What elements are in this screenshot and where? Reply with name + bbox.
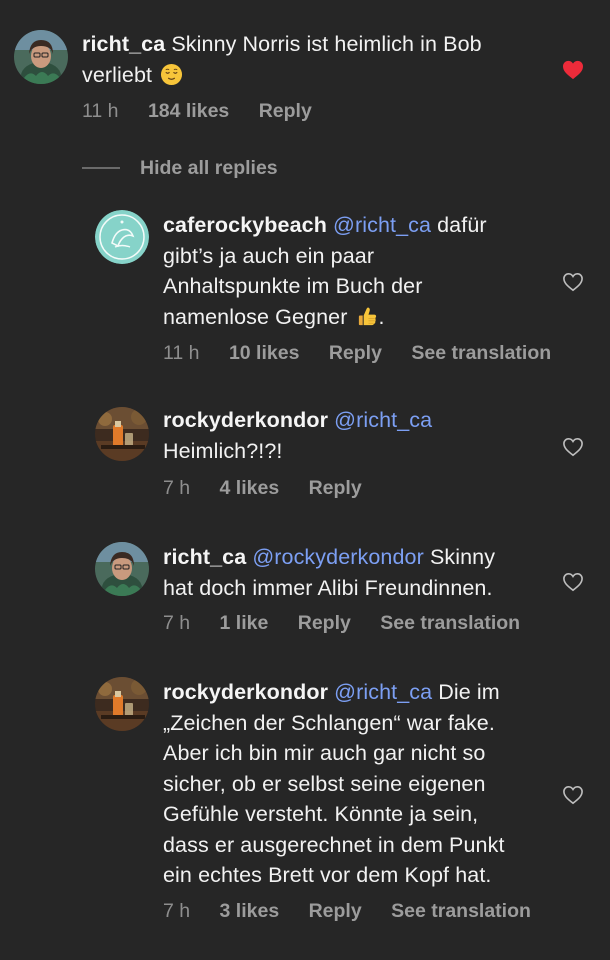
reply-username[interactable]: rockyderkondor	[163, 680, 328, 704]
reply-time: 7 h	[163, 900, 191, 922]
comment-time: 11 h	[82, 100, 119, 122]
reply-button[interactable]: Reply	[329, 342, 382, 364]
reply-body: Anhaltspunkte im Buch der	[163, 274, 423, 298]
comment-body-line2: verliebt	[82, 62, 153, 87]
reply-mention[interactable]: @richt_ca	[333, 213, 431, 237]
heart-outline-icon[interactable]	[562, 785, 584, 805]
reply-item: rockyderkondor @richt_ca Die im „Zeichen…	[0, 667, 610, 957]
reply-body: namenlose Gegner	[163, 304, 348, 329]
see-translation-button[interactable]: See translation	[391, 900, 531, 922]
reply-mention[interactable]: @rockyderkondor	[252, 545, 424, 569]
reply-body: ein echtes Brett vor dem Kopf hat.	[163, 863, 492, 887]
avatar-rockyderkondor[interactable]	[95, 677, 149, 731]
reply-item: richt_ca @rockyderkondor Skinny hat doch…	[0, 532, 610, 652]
reply-button[interactable]: Reply	[309, 900, 362, 922]
reply-body: Aber ich bin mir auch gar nicht so	[163, 741, 486, 765]
comment-likes[interactable]: 184 likes	[148, 100, 229, 122]
reply-mention[interactable]: @richt_ca	[334, 408, 432, 432]
reply-body: Die im	[438, 680, 500, 704]
hide-replies-label[interactable]: Hide all replies	[140, 157, 278, 180]
reply-meta: 7 h 4 likes Reply	[163, 477, 386, 500]
reply-text: richt_ca @rockyderkondor Skinny hat doch…	[163, 542, 583, 603]
reply-time: 7 h	[163, 477, 191, 499]
reply-text: rockyderkondor @richt_ca Die im „Zeichen…	[163, 677, 583, 891]
reply-likes[interactable]: 3 likes	[220, 900, 280, 922]
comment-meta: 11 h 184 likes Reply	[82, 100, 336, 123]
avatar-rockyderkondor[interactable]	[95, 407, 149, 461]
reply-mention[interactable]: @richt_ca	[334, 680, 432, 704]
reply-item: rockyderkondor @richt_ca Heimlich?!?! 7 …	[0, 397, 610, 517]
reply-time: 11 h	[163, 342, 200, 364]
comment-text: richt_ca Skinny Norris ist heimlich in B…	[82, 29, 542, 90]
hide-replies-toggle[interactable]: Hide all replies	[82, 155, 278, 181]
see-translation-button[interactable]: See translation	[380, 612, 520, 634]
reply-username[interactable]: rockyderkondor	[163, 408, 328, 432]
reply-body: Gefühle versteht. Könnte ja sein,	[163, 802, 479, 826]
reply-item: caferockybeach @richt_ca dafür gibt’s ja…	[0, 200, 610, 380]
reply-body: hat doch immer Alibi Freundinnen.	[163, 575, 493, 600]
comment-body-line1: Skinny Norris ist heimlich in Bob	[171, 32, 482, 56]
comment-username[interactable]: richt_ca	[82, 32, 165, 56]
avatar-richt-ca[interactable]	[95, 542, 149, 596]
reply-body: „Zeichen der Schlangen“ war fake.	[163, 710, 495, 735]
reply-username[interactable]: richt_ca	[163, 545, 246, 569]
heart-filled-icon[interactable]	[562, 60, 584, 80]
heart-outline-icon[interactable]	[562, 437, 584, 457]
comment-reply-button[interactable]: Reply	[259, 100, 312, 122]
reply-username[interactable]: caferockybeach	[163, 213, 327, 237]
reply-text: caferockybeach @richt_ca dafür gibt’s ja…	[163, 210, 563, 332]
reply-body: dafür	[437, 213, 487, 237]
reply-body: gibt’s ja auch ein paar	[163, 243, 375, 268]
thumbs-up-emoji-icon	[356, 305, 379, 328]
reply-text: rockyderkondor @richt_ca Heimlich?!?!	[163, 405, 563, 466]
reply-button[interactable]: Reply	[298, 612, 351, 634]
heart-outline-icon[interactable]	[562, 572, 584, 592]
see-translation-button[interactable]: See translation	[411, 342, 551, 364]
relieved-face-emoji-icon	[160, 63, 183, 86]
avatar-richt-ca[interactable]	[14, 30, 68, 84]
reply-time: 7 h	[163, 612, 191, 634]
reply-meta: 7 h 3 likes Reply See translation	[163, 900, 555, 923]
reply-meta: 7 h 1 like Reply See translation	[163, 612, 544, 635]
reply-likes[interactable]: 1 like	[220, 612, 269, 634]
reply-body: sicher, ob er selbst seine eigenen	[163, 771, 486, 796]
reply-meta: 11 h 10 likes Reply See translation	[163, 342, 575, 365]
comment-main: richt_ca Skinny Norris ist heimlich in B…	[0, 0, 610, 140]
reply-likes[interactable]: 10 likes	[229, 342, 299, 364]
reply-body: Skinny	[429, 545, 496, 569]
reply-body: Heimlich?!?!	[163, 438, 283, 463]
divider-line	[82, 167, 120, 169]
reply-button[interactable]: Reply	[309, 477, 362, 499]
reply-likes[interactable]: 4 likes	[220, 477, 280, 499]
reply-body: dass er ausgerechnet in dem Punkt	[163, 832, 505, 857]
heart-outline-icon[interactable]	[562, 272, 584, 292]
reply-body: .	[378, 304, 385, 329]
avatar-caferockybeach[interactable]	[95, 210, 149, 264]
